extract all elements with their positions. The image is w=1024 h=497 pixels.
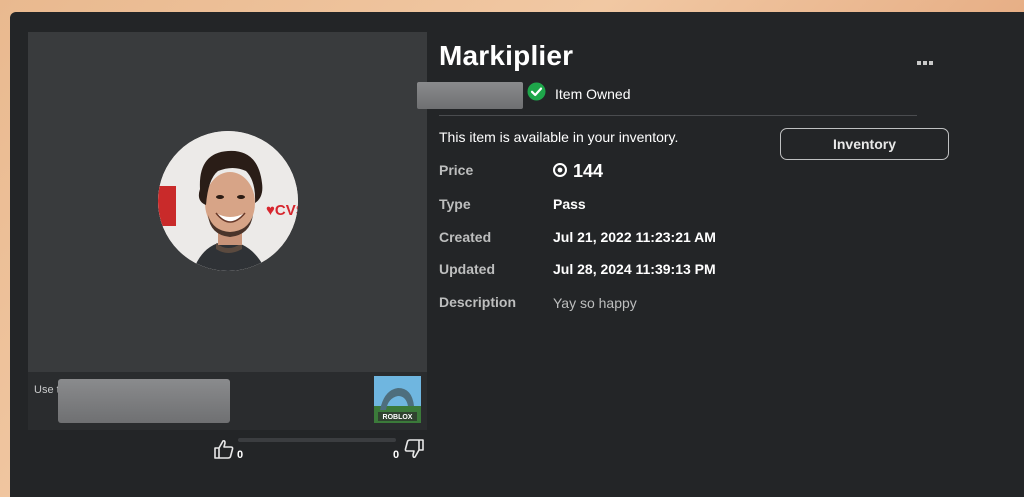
created-value: Jul 21, 2022 11:23:21 AM bbox=[553, 229, 716, 245]
type-label: Type bbox=[439, 196, 471, 212]
updated-label: Updated bbox=[439, 261, 495, 277]
downvote-count: 0 bbox=[393, 449, 400, 461]
item-owned-status: Item Owned bbox=[527, 82, 630, 106]
experience-badge-text: ROBLOX bbox=[383, 414, 413, 421]
item-title: Markiplier bbox=[439, 40, 574, 71]
inventory-button[interactable]: Inventory bbox=[780, 128, 949, 160]
thumbs-down-icon[interactable] bbox=[403, 438, 425, 465]
vote-ratio-bar bbox=[238, 438, 396, 442]
thumbs-up-icon[interactable] bbox=[213, 438, 235, 465]
upvote-count: 0 bbox=[237, 449, 244, 461]
type-value: Pass bbox=[553, 196, 586, 212]
divider bbox=[439, 115, 917, 116]
redacted-username bbox=[417, 82, 523, 109]
use-in-experience-text: Use t bbox=[34, 384, 60, 396]
item-owned-label: Item Owned bbox=[555, 86, 631, 102]
price-label: Price bbox=[439, 162, 474, 178]
svg-text:♥CVS: ♥CVS bbox=[266, 202, 298, 219]
item-thumbnail-image: ♥CVS bbox=[158, 131, 298, 271]
experience-thumbnail[interactable]: ROBLOX bbox=[374, 376, 421, 423]
description-label: Description bbox=[439, 294, 517, 310]
availability-message: This item is available in your inventory… bbox=[439, 129, 679, 145]
more-options-icon[interactable] bbox=[917, 53, 933, 71]
redacted-experience-name bbox=[58, 379, 230, 423]
price-amount: 144 bbox=[573, 161, 604, 181]
check-circle-icon bbox=[527, 82, 546, 106]
robux-icon bbox=[553, 161, 573, 182]
created-label: Created bbox=[439, 229, 492, 245]
description-value: Yay so happy bbox=[553, 295, 637, 311]
updated-value: Jul 28, 2024 11:39:13 PM bbox=[553, 261, 716, 277]
price-value: 144 bbox=[553, 161, 603, 182]
